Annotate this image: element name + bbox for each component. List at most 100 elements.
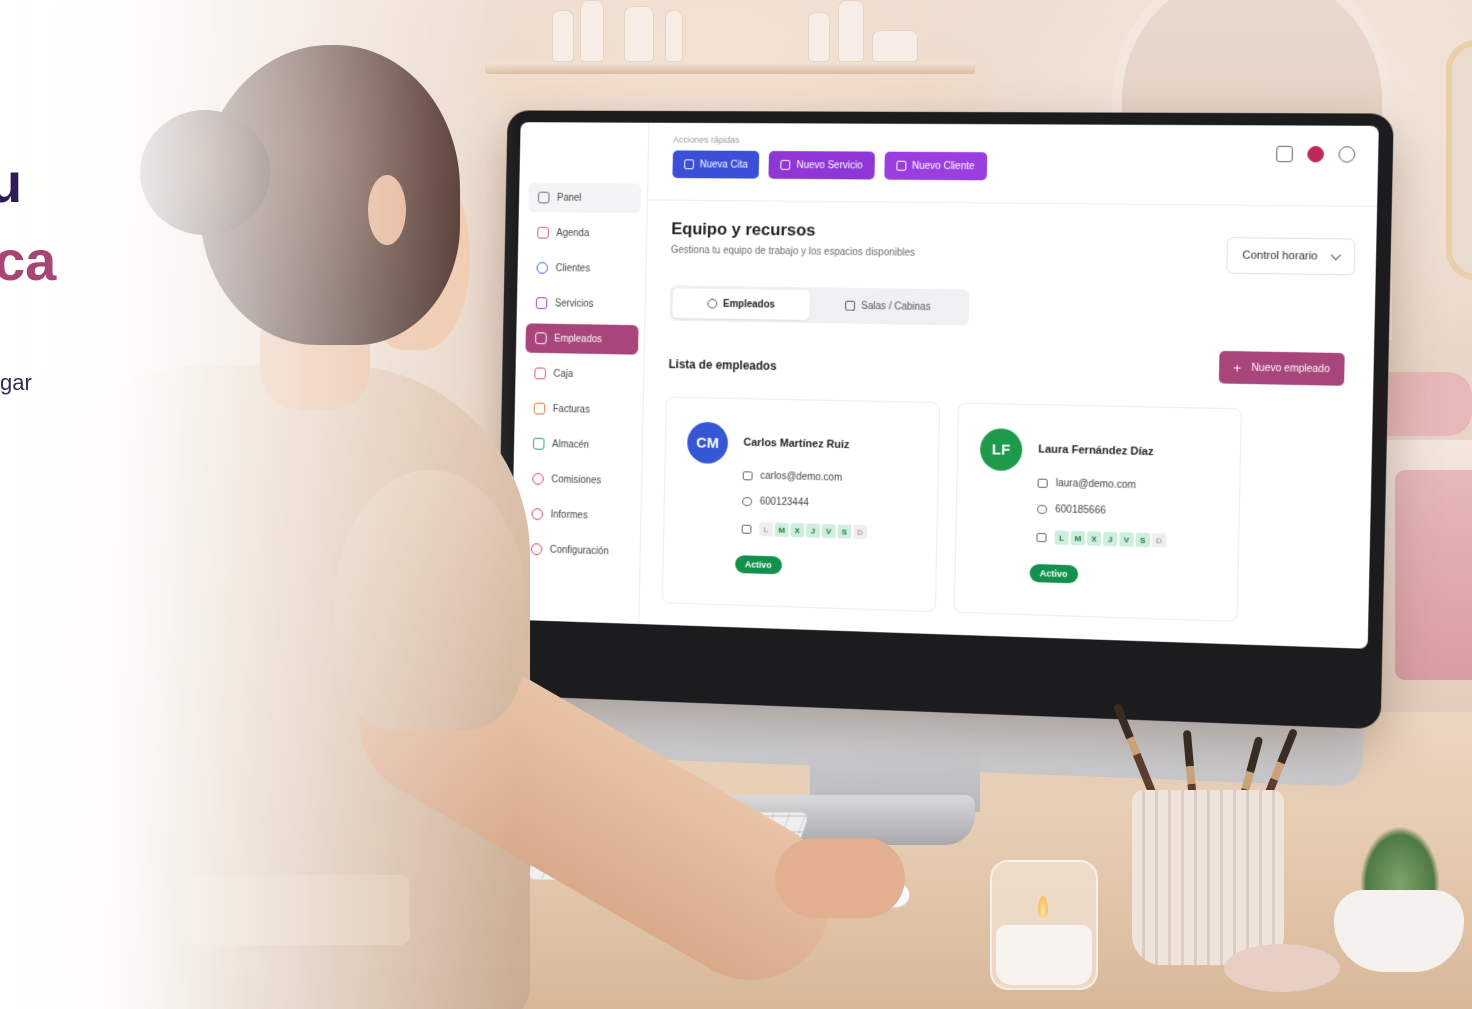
report-icon (531, 508, 544, 521)
notification-icon[interactable] (1307, 145, 1325, 163)
calendar-icon (1036, 532, 1047, 542)
app-screen: Panel Agenda Clientes Servicios Empleado… (510, 122, 1379, 649)
employee-schedule-row: L M X J V S D (1036, 530, 1168, 548)
sidebar-item-label: Facturas (552, 403, 590, 416)
sidebar-item-comisiones[interactable]: Comisiones (523, 464, 636, 496)
new-service-button[interactable]: Nuevo Servicio (768, 150, 875, 180)
weekday: X (1086, 531, 1102, 546)
employee-list-title: Lista de empleados (668, 357, 777, 374)
sidebar-item-label: Caja (553, 368, 574, 380)
top-toolbar (1276, 145, 1356, 163)
button-label: Nuevo Cliente (911, 160, 975, 172)
weekday: L (759, 522, 774, 537)
new-employee-button[interactable]: + Nuevo empleado (1218, 350, 1345, 386)
badge-icon (707, 298, 718, 309)
sidebar-item-label: Comisiones (551, 473, 602, 486)
sidebar-item-clientes[interactable]: Clientes (527, 253, 640, 284)
bottle (624, 6, 654, 62)
time-control-select[interactable]: Control horario (1226, 237, 1356, 276)
weekday: V (821, 523, 836, 539)
tab-label: Empleados (722, 298, 776, 311)
select-value: Control horario (1242, 249, 1318, 263)
weekday: D (1151, 533, 1167, 548)
wall-shelf (485, 62, 975, 74)
resource-tabs: Empleados Salas / Cabinas (669, 285, 970, 326)
weekday-list: L M X J V S D (759, 522, 869, 540)
quick-actions: Acciones rápidas Nueva Cita Nuevo Servic… (672, 135, 987, 181)
plant-pot (1334, 890, 1464, 972)
hero-subtitle: gar (0, 370, 32, 395)
sidebar-item-agenda[interactable]: Agenda (528, 218, 641, 249)
weekday: J (805, 523, 820, 538)
monitor: Panel Agenda Clientes Servicios Empleado… (495, 110, 1394, 730)
employee-email: carlos@demo.com (760, 470, 843, 484)
sidebar-item-facturas[interactable]: Facturas (524, 394, 637, 426)
phone-icon (742, 497, 753, 507)
person-hand (775, 838, 905, 918)
sidebar-item-label: Empleados (554, 333, 603, 345)
weekday: V (1119, 532, 1134, 547)
employee-name: Laura Fernández Díaz (1038, 443, 1154, 459)
cash-register-icon (534, 367, 546, 380)
weekday: S (837, 524, 852, 539)
weekday: X (790, 523, 805, 538)
employee-card[interactable]: LF Laura Fernández Díaz laura@demo.com 6… (953, 402, 1242, 623)
hero-heading-line-1: u (0, 151, 23, 214)
new-client-button[interactable]: Nuevo Cliente (884, 151, 987, 181)
sidebar-item-label: Informes (550, 509, 588, 521)
employee-schedule-row: L M X J V S D (741, 522, 870, 540)
user-icon (536, 261, 549, 274)
new-appointment-button[interactable]: Nueva Cita (672, 150, 760, 179)
sidebar-item-caja[interactable]: Caja (525, 358, 638, 390)
bottle (808, 12, 830, 62)
warehouse-icon (532, 437, 545, 450)
candle-wax (996, 925, 1092, 985)
calendar-icon (684, 159, 695, 170)
mail-icon (742, 471, 753, 481)
phone-icon (1036, 504, 1048, 515)
room-icon (845, 300, 856, 311)
weekday: M (1070, 530, 1086, 546)
sidebar-item-panel[interactable]: Panel (528, 182, 642, 214)
employee-email: laura@demo.com (1055, 478, 1136, 492)
tab-salas-cabinas[interactable]: Salas / Cabinas (810, 290, 967, 322)
calendar-icon (537, 226, 549, 239)
calendar-icon[interactable] (1276, 145, 1294, 163)
button-label: Nuevo Servicio (796, 159, 863, 171)
user-icon (896, 160, 907, 171)
employee-phone-row: 600123444 (742, 496, 809, 509)
sidebar-item-empleados[interactable]: Empleados (525, 323, 639, 355)
gear-icon (530, 543, 543, 556)
status-badge: Activo (734, 555, 782, 575)
employee-phone: 600123444 (759, 496, 809, 509)
quick-actions-label: Acciones rápidas (673, 134, 740, 145)
bottle (872, 30, 918, 62)
sidebar-item-label: Clientes (555, 262, 591, 274)
pink-towel (1395, 470, 1472, 680)
employee-phone-row: 600185666 (1036, 504, 1106, 517)
commission-icon (532, 472, 544, 485)
hero-heading-line-2: ca (0, 229, 57, 292)
button-label: Nueva Cita (699, 158, 748, 171)
dashboard-icon (537, 191, 550, 204)
employee-email-row: laura@demo.com (1037, 478, 1136, 492)
weekday: M (774, 522, 789, 537)
employee-card[interactable]: CM Carlos Martínez Ruiz carlos@demo.com … (661, 396, 941, 613)
weekday: D (853, 524, 868, 540)
bottle (838, 0, 864, 62)
employee-phone: 600185666 (1055, 504, 1106, 517)
sidebar-item-servicios[interactable]: Servicios (526, 288, 639, 319)
sidebar-item-configuracion[interactable]: Configuración (521, 534, 634, 567)
settings-icon[interactable] (1338, 146, 1356, 163)
weekday: J (1103, 531, 1118, 547)
mail-icon (1037, 478, 1048, 488)
sparkle-icon (535, 297, 548, 310)
tab-empleados[interactable]: Empleados (672, 288, 811, 321)
brush-holder (1132, 790, 1284, 965)
avatar: LF (979, 428, 1023, 472)
sidebar-item-almacen[interactable]: Almacén (523, 429, 636, 461)
invoice-icon (533, 402, 546, 415)
sidebar-item-label: Almacén (551, 438, 590, 451)
header-divider (647, 199, 1378, 207)
sidebar-item-informes[interactable]: Informes (522, 499, 635, 531)
